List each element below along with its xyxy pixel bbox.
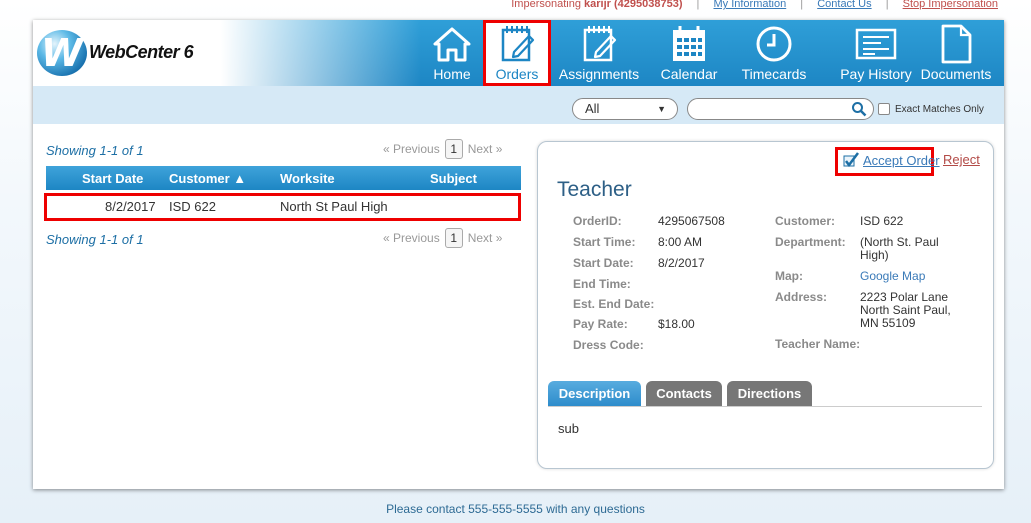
field-label: Teacher Name: xyxy=(775,337,861,351)
showing-count-top: Showing 1-1 of 1 xyxy=(46,143,144,158)
order-title: Teacher xyxy=(557,178,632,201)
nav-orders[interactable]: Orders xyxy=(483,20,551,86)
row-highlight xyxy=(44,193,521,221)
field-label: OrderID: xyxy=(573,214,622,228)
dropdown-arrow-icon: ▼ xyxy=(657,104,666,114)
logo-name: WebCenter 6 xyxy=(89,42,194,62)
next-link-bottom[interactable]: Next » xyxy=(468,231,503,245)
nav-documents-label: Documents xyxy=(920,66,992,82)
filter-select-value: All xyxy=(585,101,600,116)
assignments-icon xyxy=(583,26,617,62)
logo-mark: W xyxy=(37,30,87,76)
search-bar: All ▼ Exact Matches Only xyxy=(33,86,1004,124)
logo[interactable]: W WebCenter 6 xyxy=(33,20,221,86)
pay-history-icon xyxy=(855,28,897,60)
orders-icon xyxy=(501,26,535,62)
nav-calendar[interactable]: Calendar xyxy=(653,20,725,86)
column-subject[interactable]: Subject xyxy=(430,171,477,186)
field-label: Start Date: xyxy=(573,256,634,270)
next-link[interactable]: Next » xyxy=(468,142,503,156)
nav-home[interactable]: Home xyxy=(422,20,482,86)
field-label: End Time: xyxy=(573,277,631,291)
table-header: Start Date Customer ▲ Worksite Subject xyxy=(46,166,521,190)
page-number[interactable]: 1 xyxy=(444,139,463,159)
nav-calendar-label: Calendar xyxy=(660,66,718,82)
app-frame: W WebCenter 6 Home Orders Assignments Ca… xyxy=(33,20,1004,489)
exact-matches-toggle[interactable]: Exact Matches Only xyxy=(878,103,984,115)
tab-directions[interactable]: Directions xyxy=(727,381,812,406)
google-map-link[interactable]: Google Map xyxy=(860,270,925,283)
start-time-value: 8:00 AM xyxy=(658,235,703,249)
pager-top: « Previous 1 Next » xyxy=(383,139,502,159)
field-label: Pay Rate: xyxy=(573,317,628,331)
column-worksite[interactable]: Worksite xyxy=(280,171,335,186)
description-text: sub xyxy=(558,421,579,436)
field-label: Map: xyxy=(775,269,803,283)
field-label: Address: xyxy=(775,290,828,304)
home-icon xyxy=(433,27,471,62)
order-id-value: 4295067508 xyxy=(658,214,725,228)
search-icon[interactable] xyxy=(851,101,867,122)
customer-value: ISD 622 xyxy=(860,214,904,228)
nav-documents[interactable]: Documents xyxy=(919,20,993,86)
accept-order-button[interactable]: Accept Order xyxy=(843,152,940,168)
footer-contact: Please contact 555-555-5555 with any que… xyxy=(386,502,645,516)
start-date-value: 8/2/2017 xyxy=(658,256,705,270)
exact-matches-label: Exact Matches Only xyxy=(895,103,984,115)
search-input[interactable] xyxy=(687,98,874,120)
field-label: Est. End Date: xyxy=(573,297,655,311)
showing-count-bottom: Showing 1-1 of 1 xyxy=(46,232,144,247)
tab-divider xyxy=(548,406,982,407)
field-label: Customer: xyxy=(775,214,836,228)
my-information-link[interactable]: My Information xyxy=(713,0,786,10)
calendar-icon xyxy=(673,26,705,61)
previous-link[interactable]: « Previous xyxy=(383,142,440,156)
column-start-date[interactable]: Start Date xyxy=(82,171,143,186)
filter-select[interactable]: All ▼ xyxy=(572,98,678,120)
field-label: Start Time: xyxy=(573,235,636,249)
field-label: Department: xyxy=(775,235,846,249)
document-icon xyxy=(941,24,972,64)
contact-us-link[interactable]: Contact Us xyxy=(817,0,871,10)
address-value: 2223 Polar Lane North Saint Paul, MN 551… xyxy=(860,290,951,330)
pager-bottom: « Previous 1 Next » xyxy=(383,228,502,248)
field-label: Dress Code: xyxy=(573,338,644,352)
column-customer[interactable]: Customer ▲ xyxy=(169,171,246,186)
reject-button[interactable]: Reject xyxy=(943,152,980,167)
previous-link-bottom[interactable]: « Previous xyxy=(383,231,440,245)
page-number-bottom[interactable]: 1 xyxy=(444,228,463,248)
nav-timecards-label: Timecards xyxy=(741,66,807,82)
tab-description[interactable]: Description xyxy=(548,381,641,406)
nav-orders-label: Orders xyxy=(495,66,539,82)
pay-rate-value: $18.00 xyxy=(658,317,695,331)
header: W WebCenter 6 Home Orders Assignments Ca… xyxy=(33,20,1004,86)
stop-impersonation-link[interactable]: Stop Impersonation xyxy=(903,0,998,10)
nav-assignments[interactable]: Assignments xyxy=(555,20,643,86)
nav-assignments-label: Assignments xyxy=(558,66,640,82)
checkmark-icon xyxy=(843,152,859,168)
nav-timecards[interactable]: Timecards xyxy=(736,20,812,86)
utility-bar: Impersonating karijr (4295038753) | My I… xyxy=(511,0,998,10)
impersonation-notice: Impersonating karijr (4295038753) xyxy=(511,0,683,10)
nav-pay-history-label: Pay History xyxy=(840,66,912,82)
clock-icon xyxy=(756,26,792,62)
exact-matches-checkbox[interactable] xyxy=(878,103,890,115)
nav-pay-history[interactable]: Pay History xyxy=(823,20,929,86)
accept-order-label: Accept Order xyxy=(863,152,940,168)
department-value: (North St. Paul High) xyxy=(860,235,939,262)
tab-contacts[interactable]: Contacts xyxy=(646,381,722,406)
nav-home-label: Home xyxy=(433,66,471,82)
